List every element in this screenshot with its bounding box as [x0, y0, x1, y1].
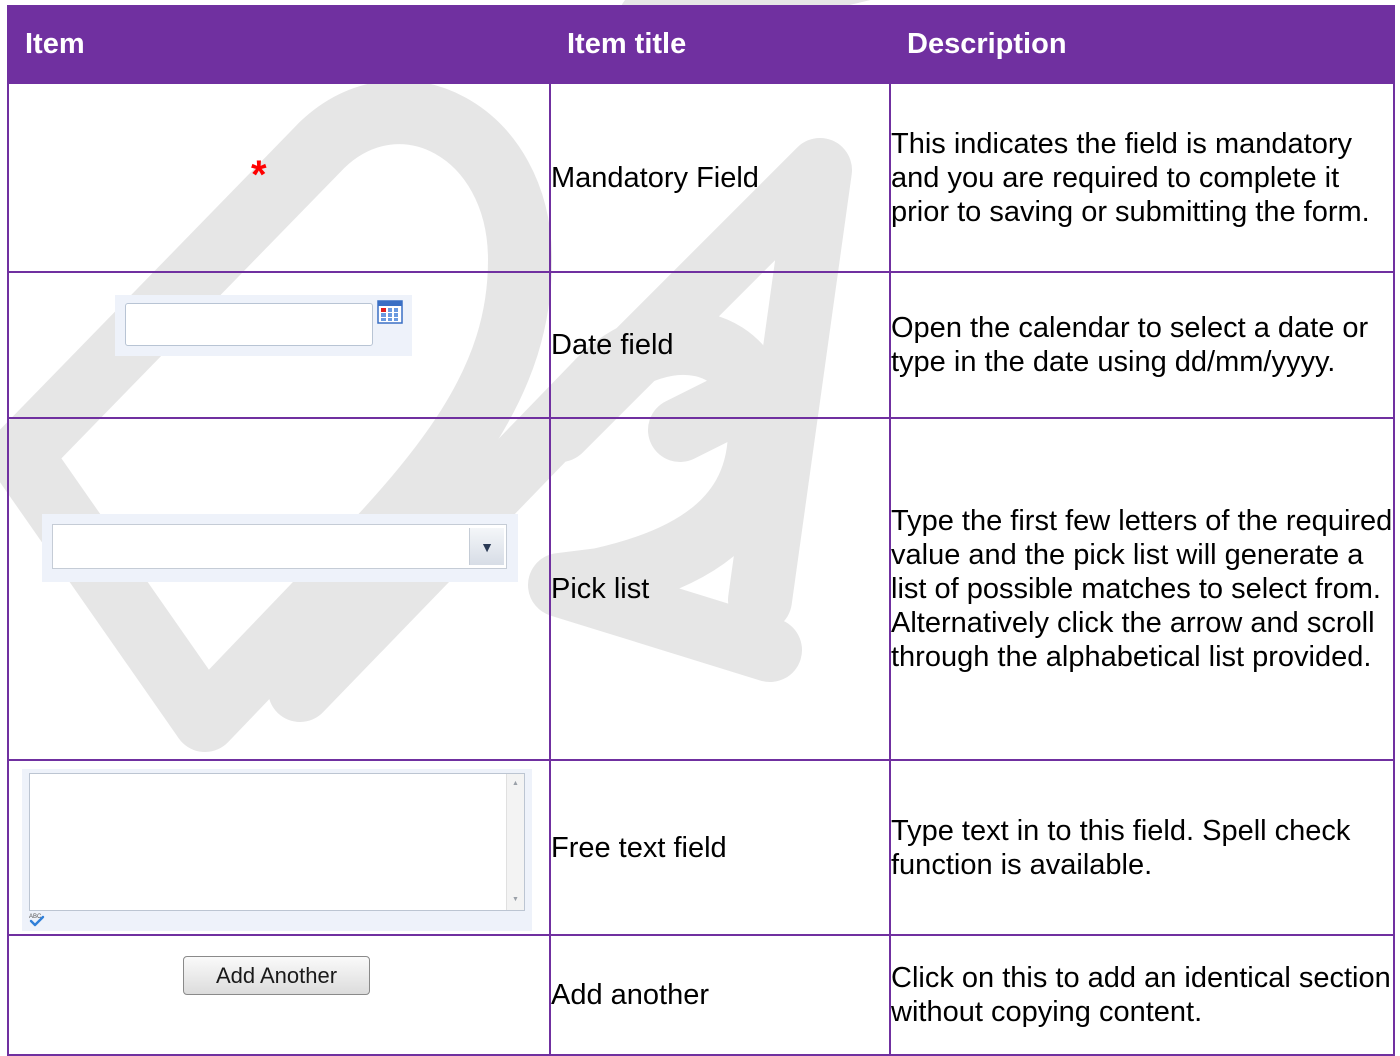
pick-list-sample: ▼: [42, 514, 518, 582]
header-description: Description: [889, 5, 1395, 84]
item-title: Free text field: [549, 759, 891, 936]
free-text-area[interactable]: ▲ ▼: [29, 773, 525, 911]
dropdown-arrow-icon[interactable]: ▼: [469, 528, 504, 565]
item-cell-add-another: Add Another: [7, 934, 551, 1056]
table-row: Add Another Add another Click on this to…: [7, 934, 1395, 1056]
date-input[interactable]: [125, 303, 373, 346]
item-cell-freetext: ▲ ▼ ABC: [7, 759, 551, 936]
red-asterisk-icon: *: [251, 152, 267, 197]
ui-legend-table: Item Item title Description * Mandatory …: [7, 5, 1395, 1056]
date-field-sample: [115, 295, 412, 356]
pick-list-input[interactable]: ▼: [52, 524, 507, 569]
table-header-row: Item Item title Description: [7, 5, 1395, 84]
header-item: Item: [7, 5, 551, 84]
item-cell-date: [7, 271, 551, 419]
item-title: Mandatory Field: [549, 82, 891, 273]
free-text-sample: ▲ ▼ ABC: [22, 769, 532, 931]
scroll-up-arrow-icon[interactable]: ▲: [507, 778, 524, 790]
calendar-icon[interactable]: [377, 300, 403, 324]
add-another-button[interactable]: Add Another: [183, 956, 370, 995]
item-title: Add another: [549, 934, 891, 1056]
item-title: Pick list: [549, 417, 891, 761]
table-row: * Mandatory Field This indicates the fie…: [7, 82, 1395, 273]
spell-check-icon[interactable]: ABC: [28, 912, 46, 928]
item-cell-mandatory: *: [7, 82, 551, 273]
scroll-down-arrow-icon[interactable]: ▼: [507, 894, 524, 906]
item-description: This indicates the field is mandatory an…: [889, 82, 1395, 273]
table-row: Date field Open the calendar to select a…: [7, 271, 1395, 419]
item-cell-picklist: ▼: [7, 417, 551, 761]
table-row: ▲ ▼ ABC Free text field Type text in to …: [7, 759, 1395, 936]
table-row: ▼ Pick list Type the first few letters o…: [7, 417, 1395, 761]
item-description: Type text in to this field. Spell check …: [889, 759, 1395, 936]
text-area-scrollbar[interactable]: ▲ ▼: [506, 774, 524, 910]
header-item-title: Item title: [549, 5, 891, 84]
item-description: Open the calendar to select a date or ty…: [889, 271, 1395, 419]
item-title: Date field: [549, 271, 891, 419]
item-description: Type the first few letters of the requir…: [889, 417, 1395, 761]
item-description: Click on this to add an identical sectio…: [889, 934, 1395, 1056]
